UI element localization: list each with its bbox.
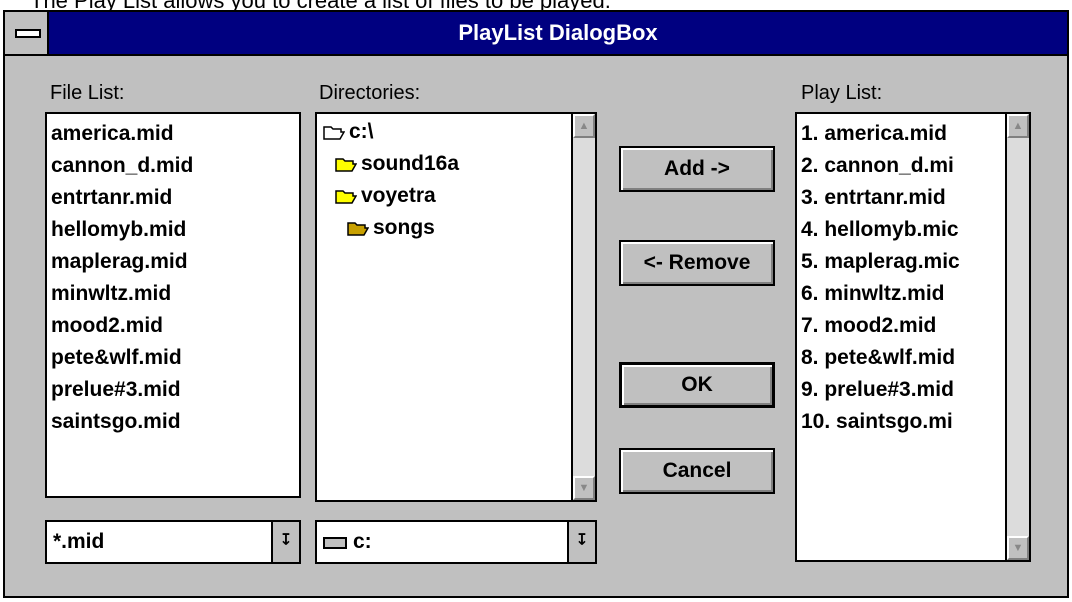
- open-folder-icon: [347, 222, 369, 236]
- list-item[interactable]: 4. hellomyb.mic: [797, 214, 1003, 246]
- play-list-scrollbar[interactable]: ▲ ▼: [1005, 114, 1029, 560]
- dir-item-label: songs: [373, 216, 435, 239]
- dropdown-arrow-icon[interactable]: ↧: [567, 522, 595, 562]
- cancel-button[interactable]: Cancel: [619, 448, 775, 494]
- list-item[interactable]: maplerag.mid: [47, 246, 299, 278]
- list-item[interactable]: hellomyb.mid: [47, 214, 299, 246]
- list-item[interactable]: prelue#3.mid: [47, 374, 299, 406]
- drive-combo[interactable]: c: ↧: [315, 520, 597, 564]
- list-item[interactable]: 1. america.mid: [797, 118, 1003, 150]
- list-item[interactable]: 2. cannon_d.mi: [797, 150, 1003, 182]
- system-menu-button[interactable]: [5, 12, 49, 54]
- list-item[interactable]: entrtanr.mid: [47, 182, 299, 214]
- file-filter-value: *.mid: [53, 530, 105, 553]
- directories-label: Directories:: [319, 82, 421, 104]
- file-list-label: File List:: [50, 82, 125, 104]
- list-item[interactable]: 8. pete&wlf.mid: [797, 342, 1003, 374]
- list-item[interactable]: america.mid: [47, 118, 299, 150]
- title-bar[interactable]: PlayList DialogBox: [5, 12, 1067, 56]
- playlist-dialog: PlayList DialogBox File List: america.mi…: [3, 10, 1069, 598]
- file-list-box[interactable]: america.mid cannon_d.mid entrtanr.mid he…: [45, 112, 301, 498]
- dir-item-label: c:\: [349, 120, 374, 143]
- dir-item-sound16a[interactable]: sound16a: [317, 148, 595, 180]
- system-menu-icon: [15, 29, 41, 38]
- list-item[interactable]: 5. maplerag.mic: [797, 246, 1003, 278]
- dir-item-voyetra[interactable]: voyetra: [317, 180, 595, 212]
- scroll-down-icon[interactable]: ▼: [1007, 536, 1029, 560]
- file-filter-combo[interactable]: *.mid ↧: [45, 520, 301, 564]
- drive-value-wrap: c:: [323, 522, 372, 562]
- dir-item-label: voyetra: [361, 184, 436, 207]
- drive-value: c:: [353, 530, 372, 553]
- list-item[interactable]: mood2.mid: [47, 310, 299, 342]
- list-item[interactable]: cannon_d.mid: [47, 150, 299, 182]
- directories-scrollbar[interactable]: ▲ ▼: [571, 114, 595, 500]
- directories-box[interactable]: c:\ sound16a voyetra songs ▲ ▼: [315, 112, 597, 502]
- scroll-up-icon[interactable]: ▲: [1007, 114, 1029, 138]
- list-item[interactable]: saintsgo.mid: [47, 406, 299, 438]
- ok-button[interactable]: OK: [619, 362, 775, 408]
- list-item[interactable]: minwltz.mid: [47, 278, 299, 310]
- list-item[interactable]: 7. mood2.mid: [797, 310, 1003, 342]
- open-folder-icon: [323, 126, 345, 140]
- dropdown-arrow-icon[interactable]: ↧: [271, 522, 299, 562]
- list-item[interactable]: 6. minwltz.mid: [797, 278, 1003, 310]
- open-folder-icon: [335, 190, 357, 204]
- dialog-title: PlayList DialogBox: [458, 20, 658, 45]
- add-button[interactable]: Add ->: [619, 146, 775, 192]
- scroll-down-icon[interactable]: ▼: [573, 476, 595, 500]
- drive-icon: [323, 537, 347, 549]
- dir-item-label: sound16a: [361, 152, 460, 175]
- open-folder-icon: [335, 158, 357, 172]
- play-list-box[interactable]: 1. america.mid 2. cannon_d.mi 3. entrtan…: [795, 112, 1031, 562]
- list-item[interactable]: pete&wlf.mid: [47, 342, 299, 374]
- list-item[interactable]: 3. entrtanr.mid: [797, 182, 1003, 214]
- play-list-label: Play List:: [801, 82, 883, 104]
- dir-item-root[interactable]: c:\: [317, 116, 595, 148]
- scroll-up-icon[interactable]: ▲: [573, 114, 595, 138]
- list-item[interactable]: 10. saintsgo.mi: [797, 406, 1003, 438]
- list-item[interactable]: 9. prelue#3.mid: [797, 374, 1003, 406]
- dir-item-songs[interactable]: songs: [317, 212, 595, 244]
- remove-button[interactable]: <- Remove: [619, 240, 775, 286]
